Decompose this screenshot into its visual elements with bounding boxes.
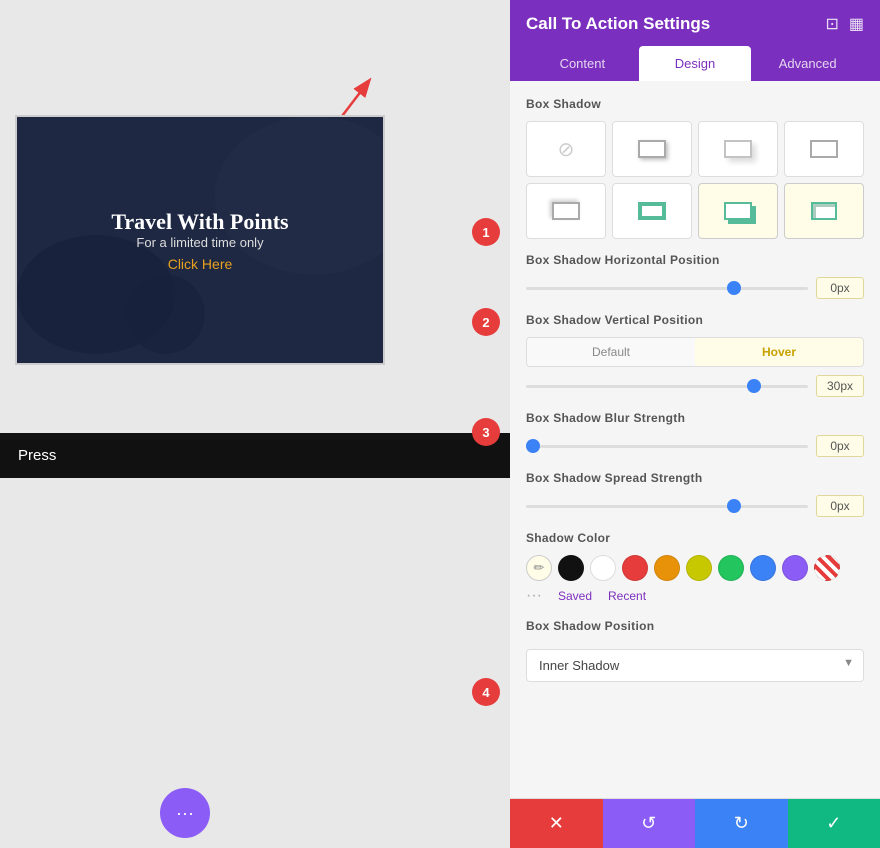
swatch-links: ··· Saved Recent [526, 587, 864, 605]
shadow-preset-7[interactable] [698, 183, 778, 239]
box-shadow-blur-label: Box Shadow Blur Strength [526, 411, 864, 425]
box-shadow-v-label: Box Shadow Vertical Position [526, 313, 864, 327]
shadow-preset-6[interactable] [612, 183, 692, 239]
press-label: Press [18, 447, 56, 464]
box-shadow-v-slider-row: 30px [526, 375, 864, 397]
box-shadow-pos-select[interactable]: Outer Shadow Inner Shadow [526, 649, 864, 682]
shadow-preset-2[interactable] [612, 121, 692, 177]
box-shadow-blur-value[interactable]: 0px [816, 435, 864, 457]
redo-button[interactable]: ↻ [695, 799, 788, 848]
shadow-preset-4[interactable] [784, 121, 864, 177]
box-shadow-h-value[interactable]: 0px [816, 277, 864, 299]
shadow-preset-8[interactable] [784, 183, 864, 239]
badge-4: 4 [472, 678, 500, 706]
panel-title: Call To Action Settings [526, 14, 710, 34]
toggle-hover[interactable]: Hover [695, 338, 863, 366]
press-bar: Press [0, 433, 510, 478]
box-shadow-blur-section: Box Shadow Blur Strength 0px [526, 411, 864, 457]
box-shadow-v-slider[interactable] [526, 385, 808, 388]
avatar-area: ··· [160, 788, 210, 838]
badge-1: 1 [472, 218, 500, 246]
default-hover-toggle: Default Hover [526, 337, 864, 367]
box-shadow-label: Box Shadow [526, 97, 864, 111]
canvas-area: Travel With Points For a limited time on… [0, 0, 510, 848]
widget-inner: Travel With Points For a limited time on… [17, 117, 383, 363]
swatch-black[interactable] [558, 555, 584, 581]
saved-link[interactable]: Saved [558, 589, 592, 603]
tab-design[interactable]: Design [639, 46, 752, 81]
swatch-red[interactable] [622, 555, 648, 581]
swatch-blue[interactable] [750, 555, 776, 581]
box-shadow-spread-section: Box Shadow Spread Strength 0px [526, 471, 864, 517]
box-shadow-spread-value[interactable]: 0px [816, 495, 864, 517]
grid-icon[interactable]: ▦ [849, 14, 864, 34]
shadow-preset-3[interactable] [698, 121, 778, 177]
shadow-preset-5[interactable] [526, 183, 606, 239]
recent-link[interactable]: Recent [608, 589, 646, 603]
panel-body: Box Shadow ⊘ [510, 81, 880, 798]
box-shadow-blur-slider[interactable] [526, 445, 808, 448]
tab-content[interactable]: Content [526, 46, 639, 81]
shadow-preset-none[interactable]: ⊘ [526, 121, 606, 177]
shadow-box-7 [724, 202, 752, 220]
panel-icons: ⊡ ▦ [825, 14, 864, 34]
confirm-button[interactable]: ✓ [788, 799, 880, 848]
shadow-color-section: Shadow Color ✏ ··· Saved Recent [526, 531, 864, 605]
badge-2: 2 [472, 308, 500, 336]
swatch-white[interactable] [590, 555, 616, 581]
box-shadow-spread-label: Box Shadow Spread Strength [526, 471, 864, 485]
expand-icon[interactable]: ⊡ [825, 14, 838, 34]
box-shadow-spread-slider[interactable] [526, 505, 808, 508]
box-shadow-pos-label: Box Shadow Position [526, 619, 864, 633]
panel-header: Call To Action Settings ⊡ ▦ Content Desi… [510, 0, 880, 81]
widget-box: Travel With Points For a limited time on… [15, 115, 385, 365]
select-wrapper: Outer Shadow Inner Shadow ▼ [526, 643, 864, 682]
shadow-presets: ⊘ [526, 121, 864, 239]
swatch-purple[interactable] [782, 555, 808, 581]
swatch-custom[interactable]: ✏ [526, 555, 552, 581]
avatar: ··· [160, 788, 210, 838]
shadow-box-3 [724, 140, 752, 158]
toggle-default[interactable]: Default [527, 338, 695, 366]
cancel-button[interactable]: ✕ [510, 799, 603, 848]
swatch-striped[interactable] [814, 555, 840, 581]
shadow-color-label: Shadow Color [526, 531, 864, 545]
widget-subtitle: For a limited time only [111, 235, 288, 250]
swatch-more-dots[interactable]: ··· [526, 587, 542, 605]
box-shadow-h-label: Box Shadow Horizontal Position [526, 253, 864, 267]
swatch-yellow[interactable] [686, 555, 712, 581]
no-shadow-icon: ⊘ [558, 137, 575, 162]
widget-title: Travel With Points [111, 209, 288, 235]
swatch-green[interactable] [718, 555, 744, 581]
bottom-bar: ✕ ↺ ↻ ✓ [510, 798, 880, 848]
widget-cta[interactable]: Click Here [111, 256, 288, 272]
settings-panel: Call To Action Settings ⊡ ▦ Content Desi… [510, 0, 880, 848]
box-shadow-spread-slider-row: 0px [526, 495, 864, 517]
shadow-box-4 [810, 140, 838, 158]
swatch-orange[interactable] [654, 555, 680, 581]
shadow-box-2 [638, 140, 666, 158]
swatch-row: ✏ [526, 555, 864, 581]
shadow-box-6 [638, 202, 666, 220]
box-shadow-h-section: Box Shadow Horizontal Position 0px [526, 253, 864, 299]
tab-advanced[interactable]: Advanced [751, 46, 864, 81]
box-shadow-blur-slider-row: 0px [526, 435, 864, 457]
box-shadow-v-section: Box Shadow Vertical Position Default Hov… [526, 313, 864, 397]
badge-3: 3 [472, 418, 500, 446]
box-shadow-h-slider[interactable] [526, 287, 808, 290]
box-shadow-v-value[interactable]: 30px [816, 375, 864, 397]
box-shadow-pos-section: Box Shadow Position Outer Shadow Inner S… [526, 619, 864, 682]
shadow-box-8 [811, 202, 837, 220]
shadow-box-5 [552, 202, 580, 220]
box-shadow-h-slider-row: 0px [526, 277, 864, 299]
tabs-row: Content Design Advanced [526, 46, 864, 81]
reset-button[interactable]: ↺ [603, 799, 696, 848]
